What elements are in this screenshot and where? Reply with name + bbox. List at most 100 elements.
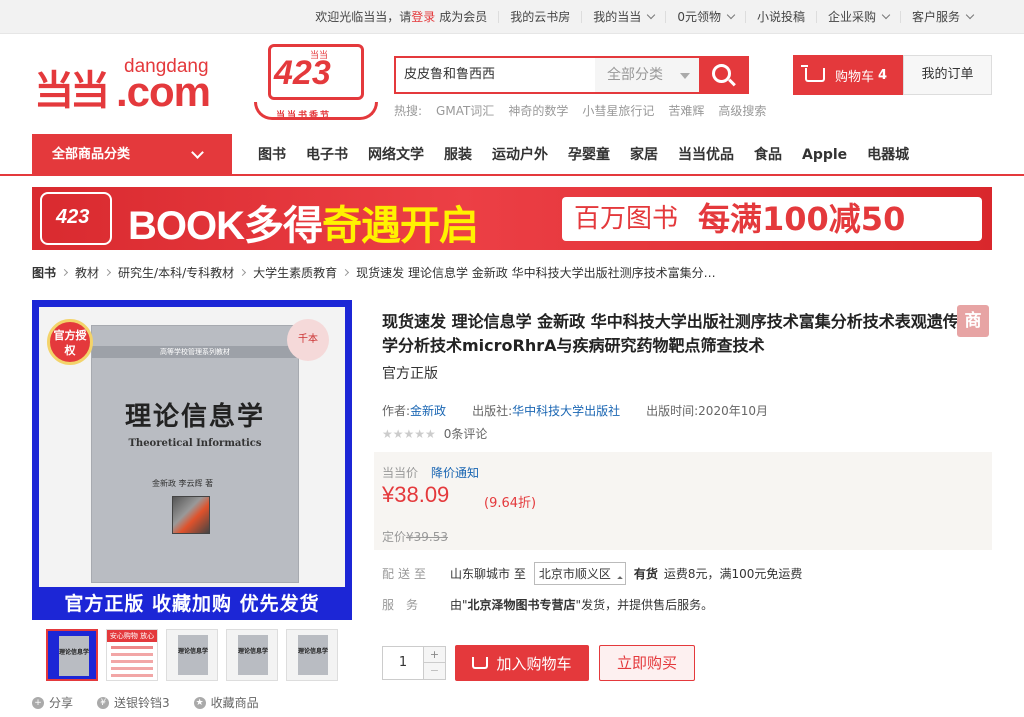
nav-item-books[interactable]: 图书: [258, 134, 286, 176]
breadcrumb-item[interactable]: 图书: [32, 264, 56, 281]
thumbnail[interactable]: 理论信息学: [286, 629, 338, 681]
hot-search-link[interactable]: 苦难辉: [668, 102, 704, 119]
official-seal-badge: 官方授权: [47, 319, 93, 365]
breadcrumb-item[interactable]: 研究生/本科/专科教材: [118, 264, 234, 281]
nav-item-electronics[interactable]: 电器城: [867, 134, 909, 176]
delivery-address-select[interactable]: 北京市顺义区: [533, 562, 626, 585]
chevron-right-icon: [60, 268, 69, 277]
image-caption: 官方正版 收藏加购 优先发货: [64, 593, 320, 615]
price-alert-link[interactable]: 降价通知: [431, 464, 479, 481]
product-main-image[interactable]: 高等学校管理系列教材 理论信息学 Theoretical Informatics…: [32, 300, 352, 620]
breadcrumb: 图书 教材 研究生/本科/专科教材 大学生素质教育 现货速发 理论信息学 金新政…: [32, 264, 716, 281]
current-price: ¥38.09: [382, 482, 450, 507]
search-category-select[interactable]: 全部分类: [595, 58, 699, 92]
book-festival-logo[interactable]: 当当 423 当当书香节: [248, 40, 384, 130]
search-button[interactable]: [699, 58, 747, 92]
banner-headline: BOOK多得奇遇开启: [128, 204, 479, 248]
my-orders-button[interactable]: 我的订单: [903, 55, 992, 95]
cart-count: 4: [878, 67, 888, 83]
quantity-increase-button[interactable]: +: [423, 647, 445, 663]
gift-icon: ¥: [97, 696, 110, 709]
quantity-input[interactable]: 1: [383, 647, 423, 679]
share-icon: +: [32, 696, 44, 709]
nav-item-apple[interactable]: Apple: [802, 134, 847, 176]
register-link[interactable]: 成为会员: [439, 11, 487, 23]
chevron-right-icon: [239, 268, 247, 277]
top-bar: 欢迎光临当当，请 登录 成为会员 我的云书房 我的当当 0元领物 小说投稿 企业…: [0, 0, 1024, 34]
hot-search-link[interactable]: 神奇的数学: [508, 102, 568, 119]
nav-item-baby[interactable]: 孕婴童: [568, 134, 610, 176]
welcome-text: 欢迎光临当当，请 登录 成为会员: [315, 10, 488, 24]
buy-now-button[interactable]: 立即购买: [599, 645, 695, 681]
star-icon: ★: [193, 696, 206, 709]
quantity-decrease-button[interactable]: −: [423, 663, 445, 679]
thumbnail[interactable]: 理论信息学: [226, 629, 278, 681]
promo-banner[interactable]: 423 BOOK多得奇遇开启 百万图书 每满100减50: [32, 187, 992, 250]
favorite-button[interactable]: ★ 收藏商品: [193, 694, 259, 711]
main-nav: 全部商品分类 图书 电子书 网络文学 服装 运动户外 孕婴童 家居 当当优品 食…: [0, 134, 1024, 176]
share-button[interactable]: + 分享: [32, 694, 73, 711]
chevron-down-icon: [965, 10, 975, 20]
festival-badge: 423: [40, 192, 112, 245]
hot-search-link[interactable]: 小彗星旅行记: [582, 102, 654, 119]
cloud-study-link[interactable]: 我的云书房: [498, 11, 581, 23]
service-row: 服务 由" 北京泽物图书专营店 "发货，并提供售后服务。: [382, 596, 714, 613]
thumbnail[interactable]: 理论信息学: [166, 629, 218, 681]
breadcrumb-item[interactable]: 大学生素质教育: [253, 264, 337, 281]
nav-item-web-novels[interactable]: 网络文学: [368, 134, 424, 176]
novel-submit-link[interactable]: 小说投稿: [744, 11, 816, 23]
corporate-menu[interactable]: 企业采购: [815, 10, 900, 23]
nav-item-clothing[interactable]: 服装: [444, 134, 472, 176]
all-categories-button[interactable]: 全部商品分类: [32, 134, 232, 176]
hot-search-link[interactable]: GMAT词汇: [436, 102, 494, 119]
thumbnail[interactable]: 理论信息学: [46, 629, 98, 681]
publish-date: 2020年10月: [698, 404, 768, 418]
nav-item-dd-select[interactable]: 当当优品: [678, 134, 734, 176]
chevron-right-icon: [103, 268, 112, 277]
nav-item-home[interactable]: 家居: [630, 134, 658, 176]
author-link[interactable]: 金新政: [410, 404, 446, 418]
my-dangdang-menu[interactable]: 我的当当: [581, 10, 665, 23]
book-cover: 高等学校管理系列教材 理论信息学 Theoretical Informatics…: [91, 325, 299, 583]
chevron-right-icon: [342, 268, 350, 277]
nav-item-food[interactable]: 食品: [754, 134, 782, 176]
cube-graphic: [172, 496, 210, 534]
login-link[interactable]: 登录: [411, 11, 435, 23]
advanced-search-link[interactable]: 高级搜索: [718, 102, 766, 119]
original-price: 定价¥39.53: [382, 530, 449, 544]
shop-stamp-icon: 千本: [287, 319, 329, 361]
cart-button[interactable]: 购物车 4: [793, 55, 903, 95]
review-count-link[interactable]: 0条评论: [444, 425, 488, 442]
gift-button[interactable]: ¥ 送银铃铛3: [97, 694, 170, 711]
coupon-menu[interactable]: 0元领物: [665, 10, 745, 23]
nav-item-sports[interactable]: 运动户外: [492, 134, 548, 176]
quantity-stepper: 1 + −: [382, 646, 446, 680]
thumbnail[interactable]: 安心购物 放心买: [106, 629, 158, 681]
search-bar: 皮皮鲁和鲁西西 全部分类: [394, 56, 749, 94]
discount: (9.64折): [484, 496, 537, 511]
shop-badge-icon[interactable]: 商: [957, 305, 989, 337]
stock-status: 有货: [633, 567, 658, 581]
chevron-down-icon: [647, 10, 656, 20]
add-to-cart-button[interactable]: 加入购物车: [455, 645, 589, 681]
chevron-down-icon: [881, 10, 891, 20]
publisher-link[interactable]: 华中科技大学出版社: [512, 404, 620, 418]
breadcrumb-item[interactable]: 教材: [75, 264, 99, 281]
dangdang-logo[interactable]: 当当 dangdang .com: [34, 52, 229, 115]
breadcrumb-current: 现货速发 理论信息学 金新政 华中科技大学出版社测序技术富集分…: [356, 266, 716, 280]
dropdown-arrow-icon: [680, 73, 690, 79]
chevron-down-icon: [191, 146, 204, 159]
rating: ★★★★★ 0条评论: [382, 425, 487, 442]
shop-link[interactable]: 北京泽物图书专营店: [468, 596, 576, 613]
hot-searches: 热搜: GMAT词汇 神奇的数学 小彗星旅行记 苦难辉 高级搜索: [394, 102, 767, 119]
nav-item-ebooks[interactable]: 电子书: [306, 134, 348, 176]
customer-service-menu[interactable]: 客户服务: [899, 10, 984, 23]
product-title: 现货速发 理论信息学 金新政 华中科技大学出版社测序技术富集分析技术表观遗传学分…: [382, 312, 959, 355]
banner-offer: 百万图书 每满100减50: [562, 197, 982, 241]
product-meta: 作者:金新政 出版社:华中科技大学出版社 出版时间:2020年10月: [382, 404, 768, 418]
search-input[interactable]: 皮皮鲁和鲁西西: [396, 58, 595, 92]
chevron-down-icon: [726, 10, 736, 20]
delivery-row: 配送至 山东聊城市 至 北京市顺义区 有货 运费8元，满100元免运费: [382, 562, 802, 585]
star-rating-icon: ★★★★★: [382, 426, 436, 441]
price-box: 当当价 降价通知 ¥38.09 (9.64折) 定价¥39.53: [374, 452, 992, 550]
